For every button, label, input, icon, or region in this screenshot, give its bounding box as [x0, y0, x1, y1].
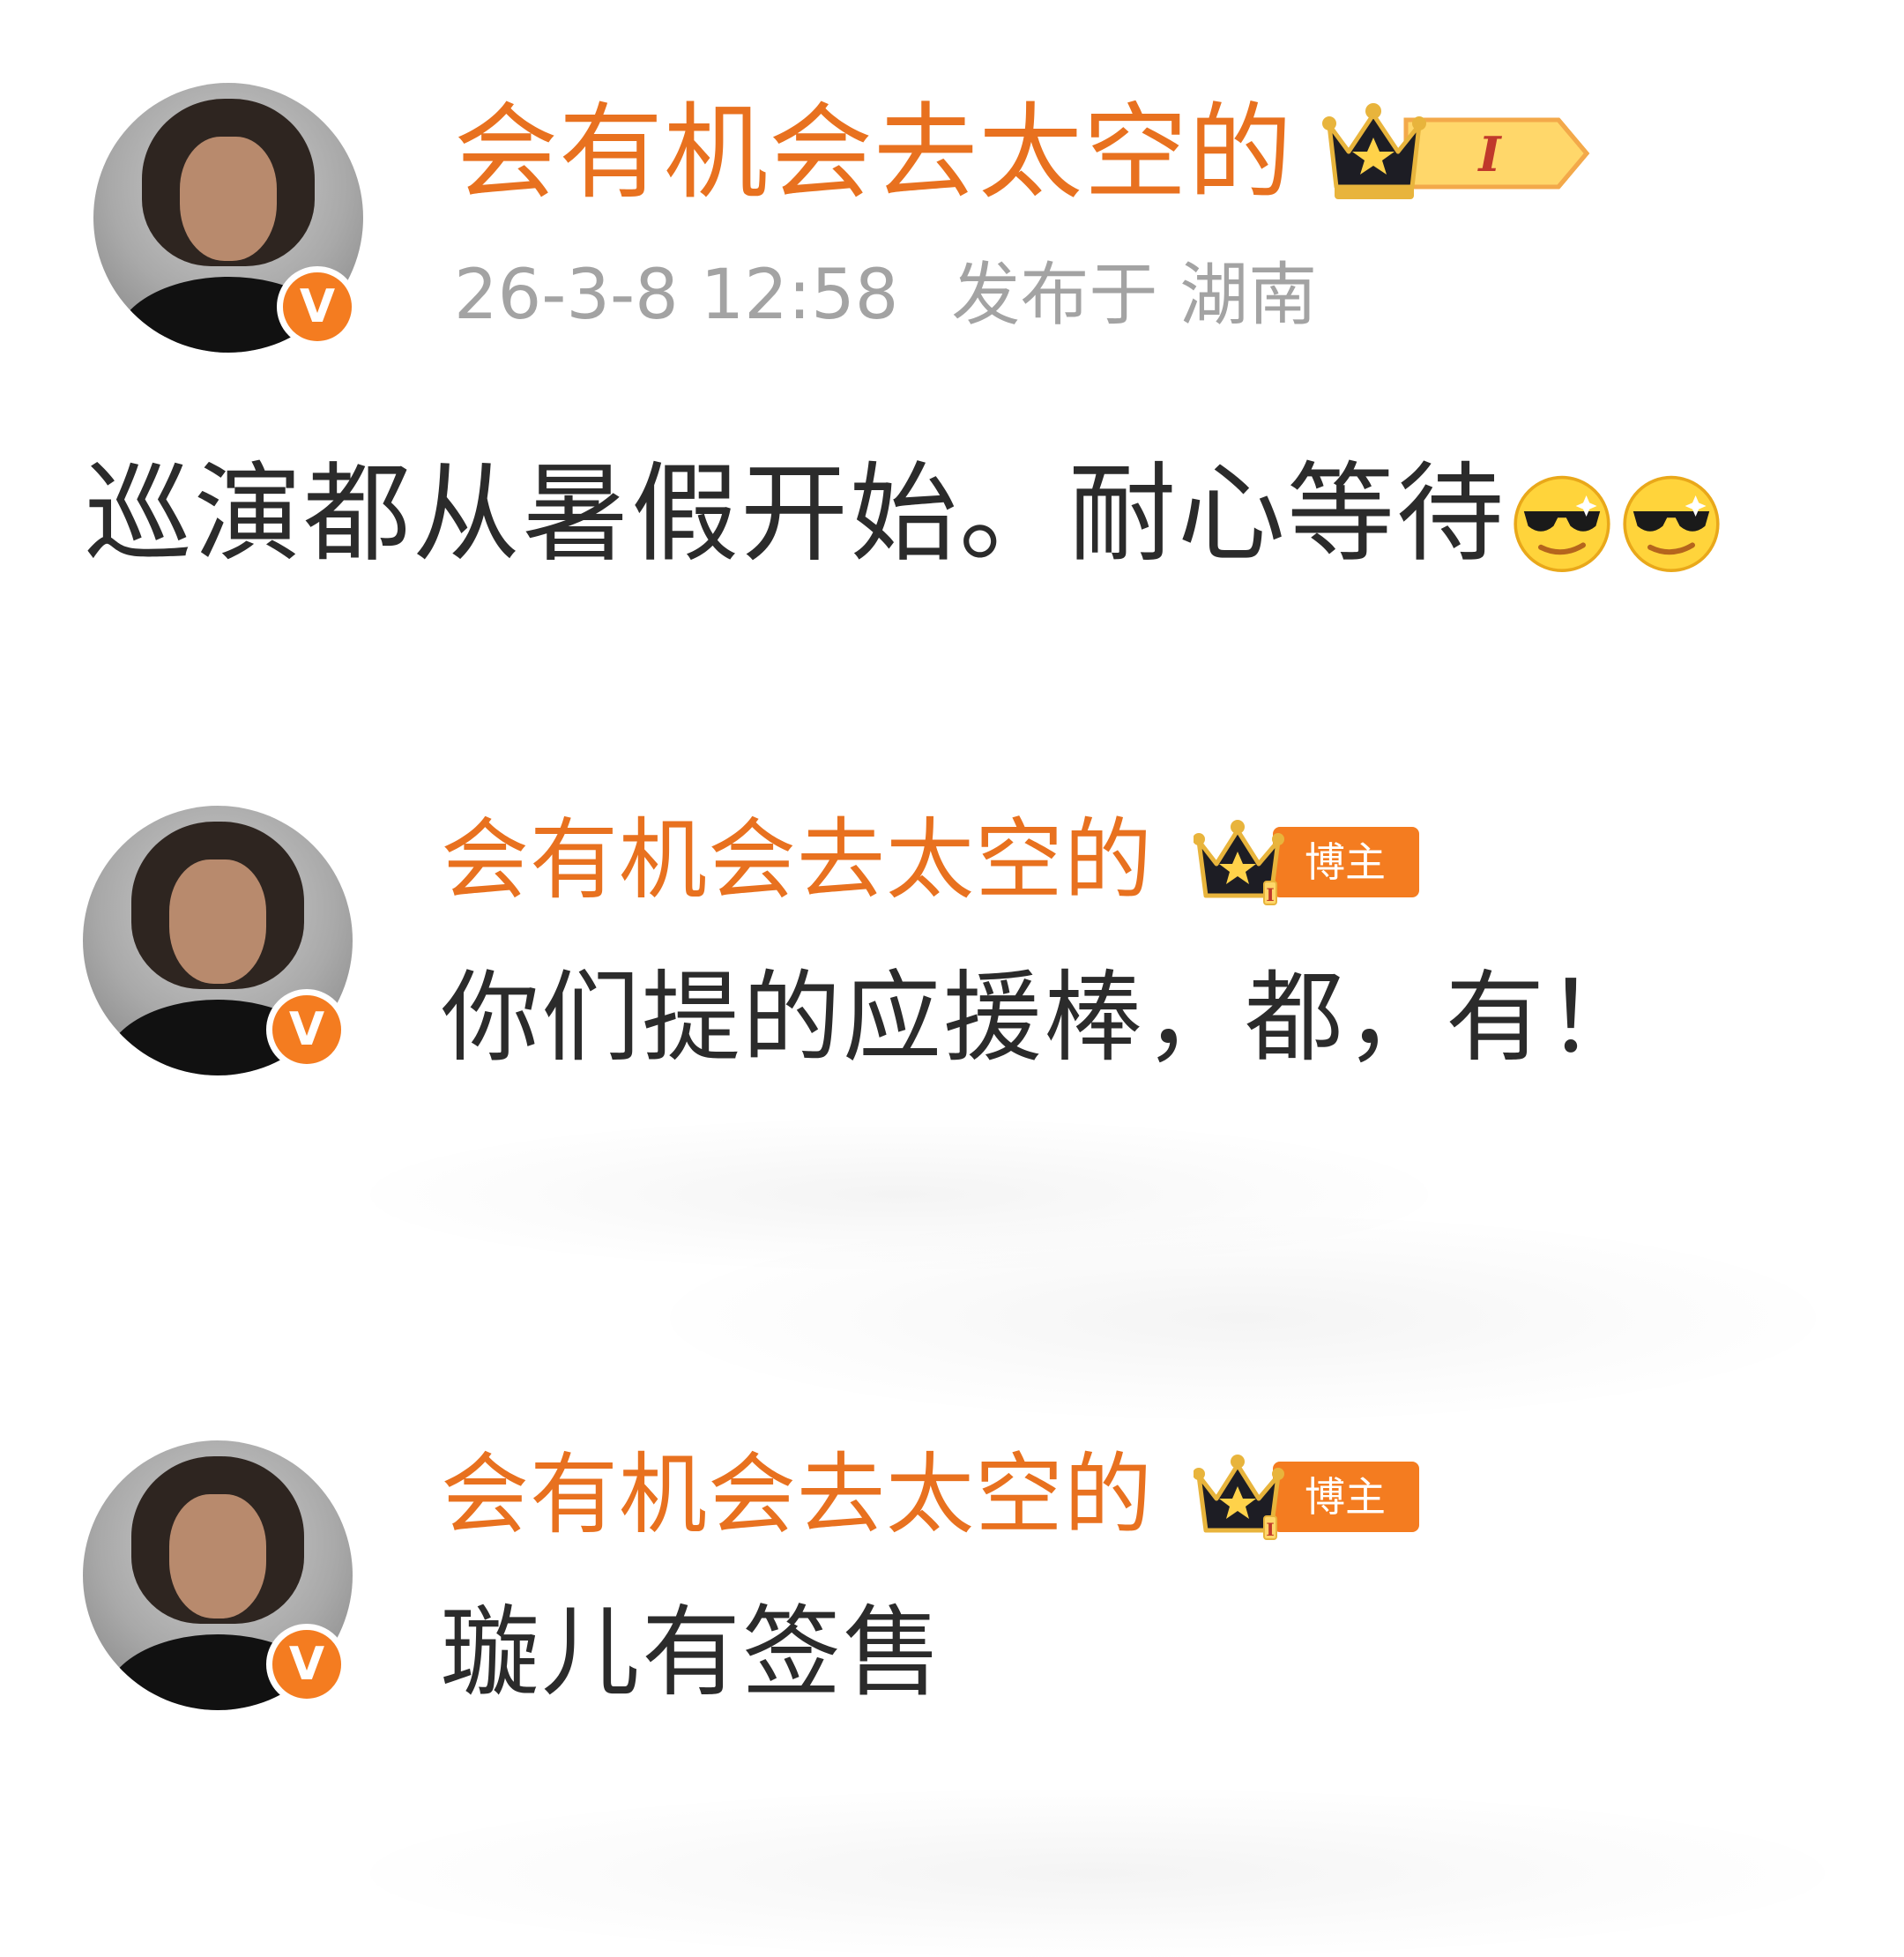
sunglasses-emoji-icon	[1623, 475, 1720, 572]
crown-level-badge[interactable]: I	[1322, 99, 1595, 205]
level-badge-text: I	[1266, 1519, 1274, 1540]
verified-icon: V	[277, 266, 358, 347]
reply-1-avatar[interactable]: V	[83, 806, 353, 1075]
post-author-name[interactable]: 会有机会去太空的	[454, 95, 1293, 210]
crown-icon: I	[1194, 820, 1284, 905]
post-location: 发布于 湖南	[951, 256, 1318, 335]
reply-1-text: 你们提的应援棒，都，有！	[441, 961, 1647, 1075]
post-meta: 26-3-8 12:58 发布于 湖南	[454, 256, 1317, 335]
level-badge-text: I	[1266, 884, 1274, 905]
verified-icon: V	[266, 989, 347, 1070]
crown-icon: I	[1194, 1455, 1284, 1540]
sunglasses-emoji-icon	[1514, 475, 1610, 572]
reply-1-author-name[interactable]: 会有机会去太空的	[441, 811, 1153, 910]
blurred-region	[670, 1217, 1816, 1419]
reply-2-avatar[interactable]: V	[83, 1440, 353, 1710]
post-text-content: 巡演都从暑假开始。耐心等待	[85, 451, 1506, 577]
crown-role-badge[interactable]: 博主 I	[1194, 820, 1423, 908]
crown-role-badge[interactable]: 博主 I	[1194, 1455, 1423, 1543]
reply-2-author-name[interactable]: 会有机会去太空的	[441, 1446, 1153, 1544]
crown-icon	[1322, 103, 1426, 199]
level-badge-text: I	[1476, 126, 1502, 182]
reply-2-text: 璇儿有签售	[441, 1596, 943, 1710]
post-timestamp: 26-3-8 12:58	[454, 256, 899, 335]
role-badge-text: 博主	[1305, 1473, 1386, 1521]
role-badge-text: 博主	[1305, 838, 1386, 886]
post-author-avatar[interactable]: V	[93, 83, 363, 353]
post-text: 巡演都从暑假开始。耐心等待	[85, 448, 1724, 580]
verified-icon: V	[266, 1624, 347, 1705]
blurred-region	[370, 1790, 1825, 1957]
